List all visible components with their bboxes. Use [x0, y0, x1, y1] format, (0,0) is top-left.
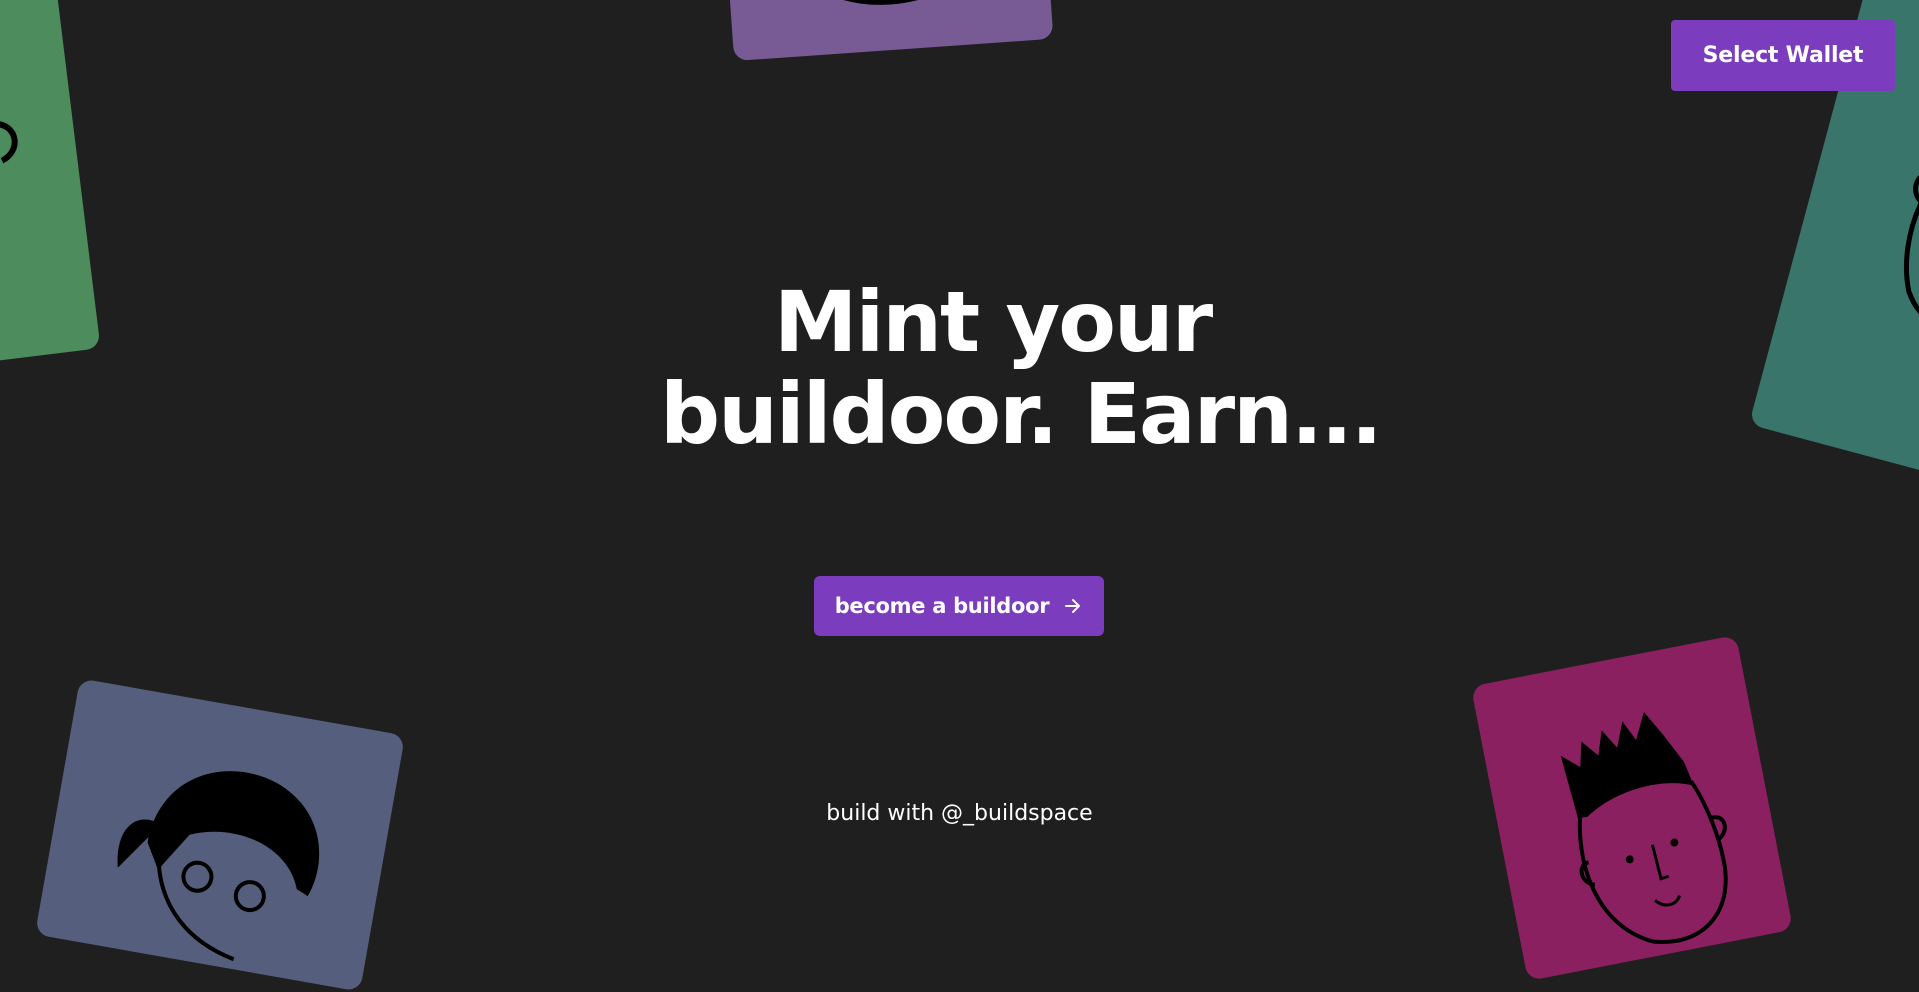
hero-title-line-1: Mint your	[773, 273, 1213, 371]
arrow-right-icon	[1063, 596, 1083, 616]
avatar-card-bottom-left	[34, 678, 406, 992]
hero-title-line-2: buildoor. Earn...	[660, 365, 1383, 463]
hero-title: Mint your buildoor. Earn...	[660, 273, 1383, 463]
footer-credit: build with @_buildspace	[826, 801, 1093, 826]
select-wallet-button[interactable]: Select Wallet	[1671, 20, 1895, 91]
avatar-face-illustration	[805, 0, 970, 5]
avatar-face-illustration	[0, 120, 18, 164]
become-buildoor-button[interactable]: become a buildoor	[814, 576, 1104, 636]
avatar-card-left	[0, 0, 101, 369]
avatar-face-illustration	[117, 771, 320, 962]
avatar-card-top	[726, 0, 1054, 62]
become-buildoor-label: become a buildoor	[834, 594, 1050, 618]
